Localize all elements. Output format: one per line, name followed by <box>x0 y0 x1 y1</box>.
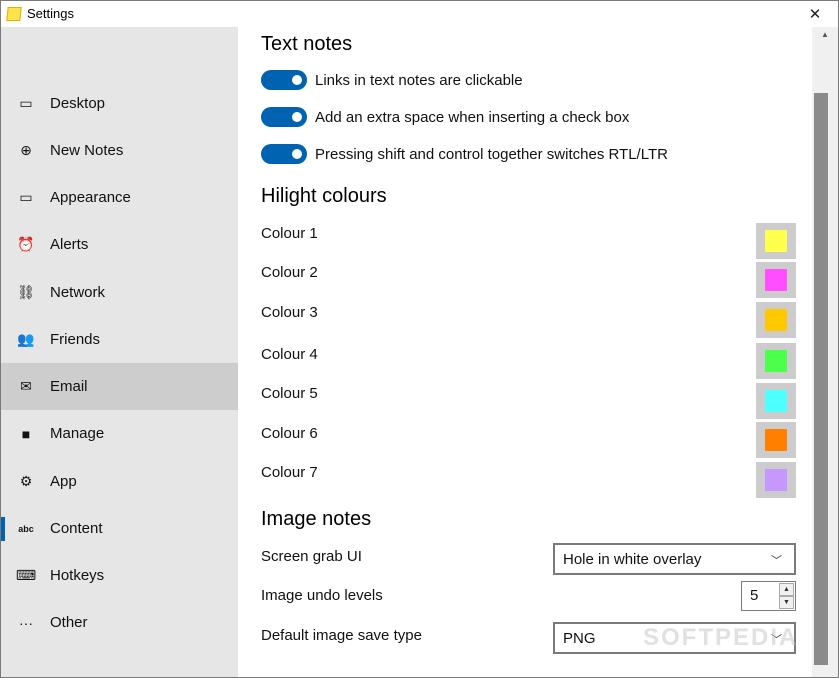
sidebar-item-label: Other <box>50 614 88 631</box>
keyboard-icon: ⌨ <box>15 567 37 583</box>
settings-window: Settings ✕ ▭ Desktop ⊕ New Notes ▭ Appea… <box>0 0 839 678</box>
colour-4-swatch <box>765 350 787 372</box>
folder-icon: ■ <box>21 425 31 442</box>
scroll-up-arrow[interactable]: ▲ <box>812 27 838 41</box>
sidebar-item-manage[interactable]: ■ Manage <box>1 410 238 457</box>
sidebar-item-other[interactable]: ··· Other <box>1 599 238 646</box>
toggle-row-clickable-links: Links in text notes are clickable <box>261 69 523 91</box>
image-notes-heading: Image notes <box>261 508 372 530</box>
sidebar-item-friends[interactable]: 👥 Friends <box>1 316 238 363</box>
sidebar: ▭ Desktop ⊕ New Notes ▭ Appearance ⏰ Ale… <box>1 27 238 677</box>
sidebar-item-label: New Notes <box>50 142 124 159</box>
clickable-links-toggle[interactable] <box>261 70 307 90</box>
sidebar-item-email[interactable]: ✉ Email <box>1 363 238 410</box>
toggle-label: Pressing shift and control together swit… <box>315 145 668 163</box>
colour-7-label: Colour 7 <box>261 464 318 481</box>
plus-circle-icon: ⊕ <box>20 142 32 158</box>
dropdown-value: Hole in white overlay <box>563 550 702 568</box>
chevron-down-icon: ﹀ <box>771 555 782 567</box>
screen-grab-dropdown[interactable]: Hole in white overlay ﹀ <box>553 543 796 575</box>
sidebar-item-label: App <box>50 473 77 490</box>
toggle-knob <box>292 112 302 122</box>
people-icon: 👥 <box>17 331 35 347</box>
sidebar-item-label: Friends <box>50 331 101 348</box>
undo-levels-label: Image undo levels <box>261 587 383 604</box>
toggle-label: Add an extra space when inserting a chec… <box>315 108 630 126</box>
sidebar-item-network[interactable]: ⛓ Network <box>1 269 238 316</box>
sidebar-item-label: Manage <box>50 425 105 442</box>
toggle-knob <box>292 75 302 85</box>
watermark-text: SOFTPEDIA <box>643 624 799 651</box>
save-type-label: Default image save type <box>261 627 422 644</box>
undo-levels-stepper[interactable]: 5 ▲ ▼ <box>741 581 796 611</box>
sidebar-item-label: Content <box>50 520 103 537</box>
abc-icon: abc <box>18 523 34 534</box>
sidebar-item-hotkeys[interactable]: ⌨ Hotkeys <box>1 552 238 599</box>
selected-indicator <box>1 517 5 541</box>
decrement-button[interactable]: ▼ <box>779 596 794 609</box>
colour-6-label: Colour 6 <box>261 425 318 442</box>
alarm-clock-icon: ⏰ <box>17 236 35 252</box>
network-icon: ⛓ <box>17 284 35 300</box>
colour-3-label: Colour 3 <box>261 304 318 321</box>
stepper-value: 5 <box>750 587 759 604</box>
vertical-scrollbar[interactable]: ▲ <box>812 27 838 677</box>
colour-4-picker[interactable] <box>756 343 796 379</box>
extra-space-toggle[interactable] <box>261 107 307 127</box>
window-title: Settings <box>27 6 74 21</box>
toggle-row-rtl-ltr: Pressing shift and control together swit… <box>261 143 668 165</box>
colour-1-swatch <box>765 230 787 252</box>
gear-icon: ⚙ <box>19 473 33 489</box>
colour-6-picker[interactable] <box>756 422 796 458</box>
colour-6-swatch <box>765 429 787 451</box>
sidebar-item-app[interactable]: ⚙ App <box>1 458 238 505</box>
monitor-icon: ▭ <box>19 95 33 111</box>
colour-5-label: Colour 5 <box>261 385 318 402</box>
text-notes-heading: Text notes <box>261 33 353 55</box>
sidebar-item-desktop[interactable]: ▭ Desktop <box>1 80 238 127</box>
sidebar-item-label: Alerts <box>50 236 89 253</box>
colour-7-picker[interactable] <box>756 462 796 498</box>
sticky-note-icon <box>6 7 22 21</box>
increment-button[interactable]: ▲ <box>779 583 794 596</box>
close-icon: ✕ <box>808 6 822 23</box>
scroll-thumb[interactable] <box>814 93 828 665</box>
title-bar: Settings ✕ <box>1 1 838 27</box>
screen-grab-label: Screen grab UI <box>261 548 362 565</box>
more-icon: ··· <box>19 614 33 631</box>
settings-content: Text notes Links in text notes are click… <box>238 27 812 677</box>
sidebar-item-label: Network <box>50 284 106 301</box>
toggle-label: Links in text notes are clickable <box>315 71 523 89</box>
colour-4-label: Colour 4 <box>261 346 318 363</box>
sidebar-item-alerts[interactable]: ⏰ Alerts <box>1 221 238 268</box>
sidebar-item-label: Email <box>50 378 88 395</box>
rtl-ltr-toggle[interactable] <box>261 144 307 164</box>
sidebar-item-label: Hotkeys <box>50 567 105 584</box>
mail-icon: ✉ <box>20 378 32 394</box>
colour-2-label: Colour 2 <box>261 264 318 281</box>
colour-5-picker[interactable] <box>756 383 796 419</box>
colour-1-label: Colour 1 <box>261 225 318 242</box>
colour-3-picker[interactable] <box>756 302 796 338</box>
sidebar-item-label: Appearance <box>50 189 131 206</box>
sidebar-item-appearance[interactable]: ▭ Appearance <box>1 174 238 221</box>
sidebar-item-label: Desktop <box>50 95 106 112</box>
toggle-row-extra-space: Add an extra space when inserting a chec… <box>261 106 629 128</box>
colour-2-picker[interactable] <box>756 262 796 298</box>
colour-3-swatch <box>765 309 787 331</box>
close-button[interactable]: ✕ <box>792 1 838 27</box>
colour-2-swatch <box>765 269 787 291</box>
colour-7-swatch <box>765 469 787 491</box>
sidebar-item-new-notes[interactable]: ⊕ New Notes <box>1 127 238 174</box>
appearance-icon: ▭ <box>19 189 33 205</box>
sidebar-item-content[interactable]: abc Content <box>1 505 238 552</box>
colour-5-swatch <box>765 390 787 412</box>
hilight-colours-heading: Hilight colours <box>261 185 387 207</box>
dropdown-value: PNG <box>563 629 596 647</box>
toggle-knob <box>292 149 302 159</box>
colour-1-picker[interactable] <box>756 223 796 259</box>
